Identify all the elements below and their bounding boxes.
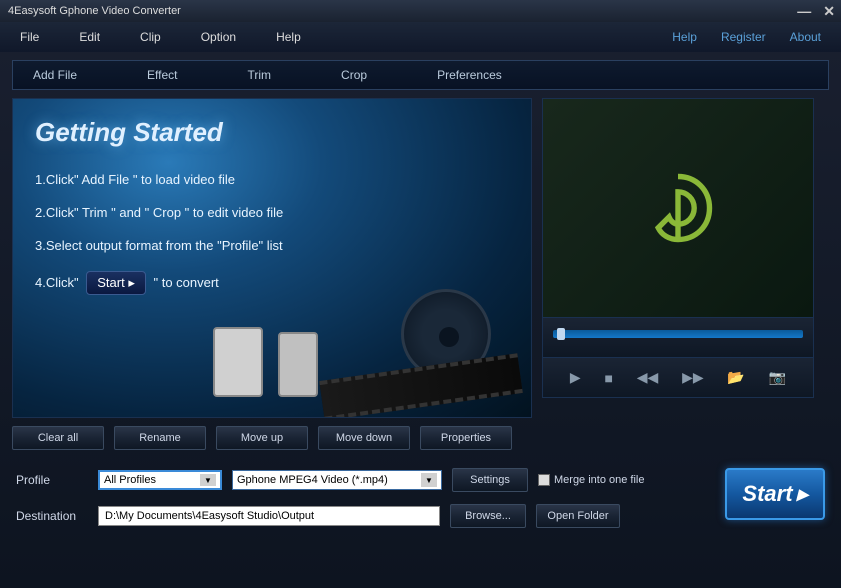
link-help[interactable]: Help: [672, 30, 697, 44]
destination-input[interactable]: [98, 506, 440, 526]
toolbar-preferences[interactable]: Preferences: [437, 68, 502, 82]
open-icon[interactable]: 📂: [727, 369, 744, 386]
minimize-icon[interactable]: —: [797, 3, 811, 20]
step-3: 3.Select output format from the "Profile…: [35, 238, 509, 253]
move-down-button[interactable]: Move down: [318, 426, 410, 450]
toolbar: Add File Effect Trim Crop Preferences: [12, 60, 829, 90]
settings-button[interactable]: Settings: [452, 468, 528, 492]
prev-icon[interactable]: ◀◀: [637, 369, 659, 386]
phone-icon: [213, 327, 263, 397]
player-controls: ▶ ■ ◀◀ ▶▶ 📂 📷: [542, 358, 814, 398]
profile-label: Profile: [16, 473, 88, 487]
open-folder-button[interactable]: Open Folder: [536, 504, 620, 528]
merge-checkbox-wrap[interactable]: Merge into one file: [538, 474, 645, 486]
play-arrow-icon: ▸: [797, 481, 808, 507]
seek-slider[interactable]: [553, 330, 803, 338]
menu-edit[interactable]: Edit: [79, 30, 100, 44]
menubar: File Edit Clip Option Help Help Register…: [0, 22, 841, 52]
toolbar-crop[interactable]: Crop: [341, 68, 367, 82]
menu-clip[interactable]: Clip: [140, 30, 161, 44]
properties-button[interactable]: Properties: [420, 426, 512, 450]
snapshot-icon[interactable]: 📷: [769, 369, 786, 386]
app-title: 4Easysoft Gphone Video Converter: [8, 5, 181, 17]
app-window: 4Easysoft Gphone Video Converter — ✕ Fil…: [0, 0, 841, 588]
preview-area: [542, 98, 814, 318]
browse-button[interactable]: Browse...: [450, 504, 526, 528]
toolbar-add-file[interactable]: Add File: [33, 68, 77, 82]
start-button[interactable]: Start ▸: [725, 468, 825, 520]
profile-filter-dropdown[interactable]: All Profiles ▼: [98, 470, 222, 490]
titlebar: 4Easysoft Gphone Video Converter — ✕: [0, 0, 841, 22]
merge-label: Merge into one file: [554, 474, 645, 486]
move-up-button[interactable]: Move up: [216, 426, 308, 450]
chevron-down-icon: ▼: [200, 474, 216, 486]
menu-file[interactable]: File: [20, 30, 39, 44]
toolbar-trim[interactable]: Trim: [248, 68, 272, 82]
stop-icon[interactable]: ■: [604, 370, 612, 386]
profile-format-dropdown[interactable]: Gphone MPEG4 Video (*.mp4) ▼: [232, 470, 442, 490]
menu-help[interactable]: Help: [276, 30, 301, 44]
chevron-down-icon: ▼: [421, 473, 437, 487]
toolbar-effect[interactable]: Effect: [147, 68, 177, 82]
link-about[interactable]: About: [790, 30, 821, 44]
menu-option[interactable]: Option: [201, 30, 236, 44]
step-2: 2.Click" Trim " and " Crop " to edit vid…: [35, 205, 509, 220]
link-register[interactable]: Register: [721, 30, 766, 44]
merge-checkbox[interactable]: [538, 474, 550, 486]
step-1: 1.Click" Add File " to load video file: [35, 172, 509, 187]
next-icon[interactable]: ▶▶: [682, 369, 704, 386]
app-logo-icon: [633, 163, 723, 253]
welcome-title: Getting Started: [35, 117, 509, 148]
clear-all-button[interactable]: Clear all: [12, 426, 104, 450]
seek-thumb[interactable]: [557, 328, 565, 340]
play-icon[interactable]: ▶: [570, 369, 581, 386]
start-badge: Start ▸: [86, 271, 146, 295]
seek-area: [542, 318, 814, 358]
welcome-panel: Getting Started 1.Click" Add File " to l…: [12, 98, 532, 418]
phone-icon: [278, 332, 318, 397]
destination-label: Destination: [16, 509, 88, 523]
rename-button[interactable]: Rename: [114, 426, 206, 450]
close-icon[interactable]: ✕: [823, 3, 835, 20]
